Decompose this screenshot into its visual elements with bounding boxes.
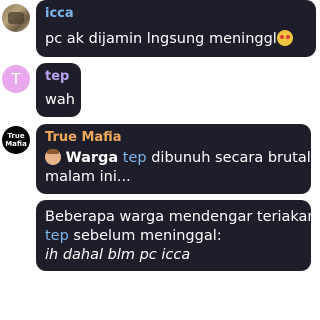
- sender-name[interactable]: tep: [45, 69, 69, 84]
- message-text: pc ak dijamin lngsung meninggl: [45, 30, 293, 49]
- face-emoji-icon: [45, 149, 61, 165]
- message-bubble-mafia: True Mafia Warga tep dibunuh secara brut…: [36, 124, 311, 194]
- message-bubble-icca: icca pc ak dijamin lngsung meninggl: [36, 0, 316, 57]
- sender-name[interactable]: True Mafia: [45, 130, 122, 145]
- avatar-true-mafia[interactable]: True Mafia: [2, 126, 30, 154]
- message-bubble-tep: tep wah: [36, 63, 81, 117]
- message-text: Warga tep dibunuh secara brutal malam in…: [45, 149, 311, 185]
- avatar-icca[interactable]: [2, 4, 30, 32]
- message-text: Beberapa warga mendengar teriakan tep se…: [45, 209, 317, 263]
- message-bubble-mafia-followup: Beberapa warga mendengar teriakan tep se…: [36, 200, 317, 271]
- sender-name[interactable]: icca: [45, 6, 74, 21]
- avatar-tep[interactable]: T: [2, 65, 30, 93]
- heart-eyes-emoji-icon: [276, 30, 293, 46]
- message-text: wah: [45, 92, 75, 108]
